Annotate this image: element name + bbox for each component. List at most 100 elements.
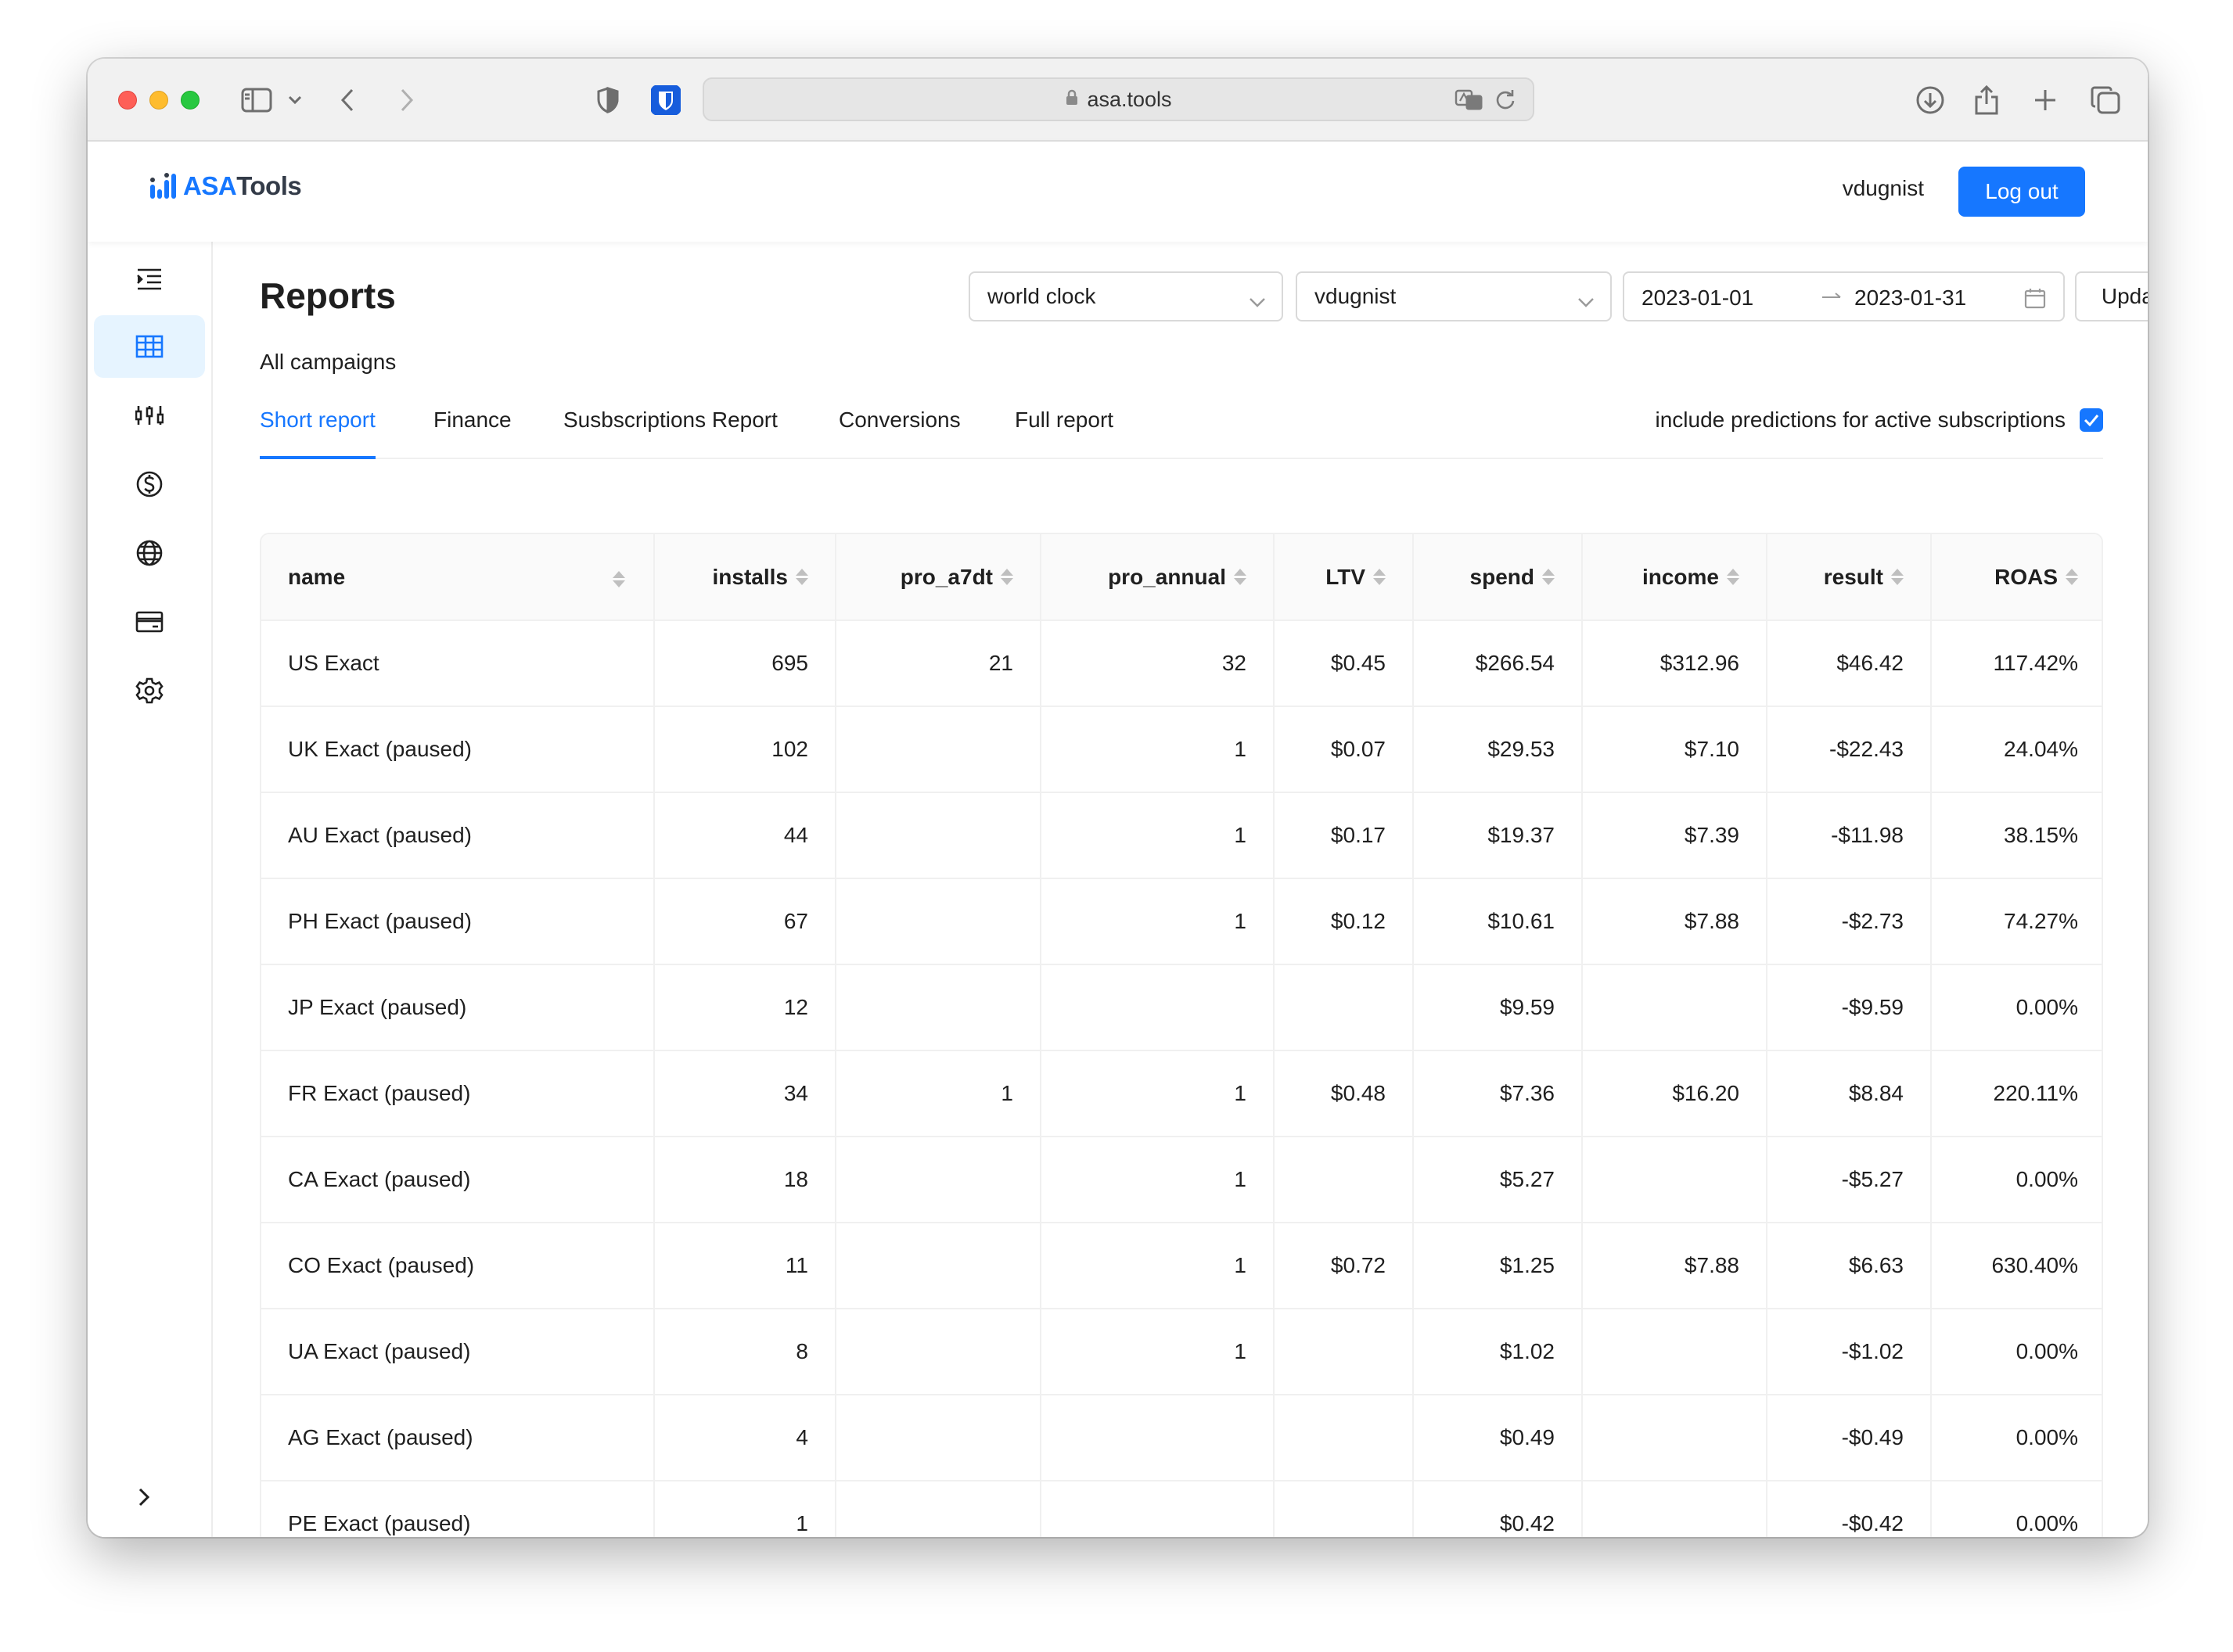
account-select[interactable]: vdugnist xyxy=(1296,271,1612,321)
cell-pro-annual: 32 xyxy=(1041,620,1275,707)
column-header-income[interactable]: income xyxy=(1582,534,1767,621)
share-icon[interactable] xyxy=(1973,81,2000,120)
cell-ltv xyxy=(1274,1481,1414,1537)
predictions-label: include predictions for active subscript… xyxy=(1655,408,2066,432)
cell-roas: 74.27% xyxy=(1931,878,2102,965)
cell-income xyxy=(1582,964,1767,1051)
column-header-pro-a7dt[interactable]: pro_a7dt xyxy=(836,534,1041,621)
cell-income: $7.88 xyxy=(1582,1223,1767,1309)
cell-pro-annual xyxy=(1041,1481,1275,1537)
sort-icon[interactable] xyxy=(1727,569,1739,585)
cell-pro-a7dt xyxy=(836,964,1041,1051)
cell-result: $46.42 xyxy=(1767,620,1932,707)
table-row[interactable]: UA Exact (paused) 8 1 $1.02 -$1.02 0.00% xyxy=(261,1309,2102,1395)
table-row[interactable]: JP Exact (paused) 12 $9.59 -$9.59 0.00% xyxy=(261,964,2102,1051)
address-bar[interactable]: asa.tools xyxy=(703,77,1534,121)
translate-icon[interactable] xyxy=(1455,88,1484,117)
table-row[interactable]: AU Exact (paused) 44 1 $0.17 $19.37 $7.39 -$11… xyxy=(261,792,2102,879)
reload-icon[interactable] xyxy=(1495,88,1516,117)
tab-overview-icon[interactable] xyxy=(2091,81,2120,120)
cell-name: CO Exact (paused) xyxy=(261,1223,655,1309)
table-row[interactable]: PE Exact (paused) 1 $0.42 -$0.42 0.00% xyxy=(261,1481,2102,1537)
cell-pro-annual: 1 xyxy=(1041,706,1275,793)
cell-pro-a7dt xyxy=(836,1137,1041,1223)
new-tab-icon[interactable] xyxy=(2033,81,2058,120)
cell-income: $7.39 xyxy=(1582,792,1767,879)
column-header-pro-annual[interactable]: pro_annual xyxy=(1041,534,1275,621)
forward-icon[interactable] xyxy=(399,81,415,120)
minimize-window-button[interactable] xyxy=(149,91,168,110)
cell-spend: $1.02 xyxy=(1413,1309,1583,1395)
cell-pro-a7dt xyxy=(836,792,1041,879)
browser-toolbar: asa.tools xyxy=(88,59,2148,142)
url-text: asa.tools xyxy=(1087,87,1172,111)
close-window-button[interactable] xyxy=(118,91,137,110)
cell-result: $6.63 xyxy=(1767,1223,1932,1309)
chevron-down-icon xyxy=(1577,289,1595,314)
sidebar-toggle-icon[interactable] xyxy=(241,81,272,120)
sort-icon[interactable] xyxy=(1373,569,1386,585)
date-range-picker[interactable]: 2023-01-01 2023-01-31 xyxy=(1623,271,2065,321)
sidebar-item-menu[interactable] xyxy=(94,248,205,311)
cell-result: -$9.59 xyxy=(1767,964,1932,1051)
predictions-checkbox[interactable] xyxy=(2080,408,2103,432)
sidebar-item-finance[interactable] xyxy=(94,453,205,515)
cell-income: $7.88 xyxy=(1582,878,1767,965)
column-header-result[interactable]: result xyxy=(1767,534,1932,621)
sidebar-item-billing[interactable] xyxy=(94,591,205,653)
sidebar-item-rules[interactable] xyxy=(94,384,205,447)
column-header-name[interactable]: name xyxy=(261,534,655,621)
cell-result: -$5.27 xyxy=(1767,1137,1932,1223)
privacy-shield-icon[interactable] xyxy=(596,81,620,120)
bitwarden-extension-icon[interactable] xyxy=(651,81,681,120)
date-end[interactable]: 2023-01-31 xyxy=(1854,286,1966,311)
column-header-installs[interactable]: installs xyxy=(654,534,836,621)
tab-subscriptions-report[interactable]: Susbscriptions Report xyxy=(563,403,778,459)
chevron-down-icon[interactable] xyxy=(288,81,302,120)
table-row[interactable]: PH Exact (paused) 67 1 $0.12 $10.61 $7.88 -$2.… xyxy=(261,878,2102,965)
table-row[interactable]: US Exact 695 21 32 $0.45 $266.54 $312.96 $46.42… xyxy=(261,620,2102,707)
sort-icon[interactable] xyxy=(1891,569,1904,585)
sort-icon[interactable] xyxy=(2066,569,2078,585)
cell-pro-annual xyxy=(1041,1395,1275,1481)
app-select[interactable]: world clock xyxy=(969,271,1283,321)
sort-icon[interactable] xyxy=(1234,569,1246,585)
table-row[interactable]: FR Exact (paused) 34 1 1 $0.48 $7.36 $16.20 $8.… xyxy=(261,1050,2102,1137)
cell-installs: 44 xyxy=(654,792,836,879)
table-row[interactable]: UK Exact (paused) 102 1 $0.07 $29.53 $7.10 -$2… xyxy=(261,706,2102,793)
sort-icon[interactable] xyxy=(1001,569,1013,585)
cell-spend: $7.36 xyxy=(1413,1050,1583,1137)
column-header-ltv[interactable]: LTV xyxy=(1274,534,1414,621)
table-row[interactable]: CA Exact (paused) 18 1 $5.27 -$5.27 0.00% xyxy=(261,1137,2102,1223)
table-header-row: name installs pro_a7dt pro_annual LTV sp… xyxy=(261,534,2102,621)
cell-roas: 0.00% xyxy=(1931,1137,2102,1223)
sort-icon[interactable] xyxy=(1542,569,1555,585)
table-body: US Exact 695 21 32 $0.45 $266.54 $312.96 $46.42… xyxy=(261,620,2102,1537)
sidebar-item-reports[interactable] xyxy=(94,315,205,378)
tab-conversions[interactable]: Conversions xyxy=(839,403,961,459)
back-icon[interactable] xyxy=(340,81,355,120)
logo[interactable]: ASA Tools xyxy=(149,171,302,201)
tab-short-report[interactable]: Short report xyxy=(260,403,376,459)
tab-full-report[interactable]: Full report xyxy=(1015,403,1113,459)
tab-finance[interactable]: Finance xyxy=(433,403,512,459)
sort-icon[interactable] xyxy=(613,571,625,588)
cell-result: -$11.98 xyxy=(1767,792,1932,879)
bar-chart-logo-icon xyxy=(150,173,176,199)
column-header-roas[interactable]: ROAS xyxy=(1931,534,2102,621)
update-button[interactable]: Update xyxy=(2075,271,2148,321)
sidebar-item-settings[interactable] xyxy=(94,659,205,722)
predictions-toggle[interactable]: include predictions for active subscript… xyxy=(1656,408,2103,433)
sidebar-collapse-button[interactable] xyxy=(136,1486,152,1512)
zoom-window-button[interactable] xyxy=(181,91,200,110)
table-row[interactable]: CO Exact (paused) 11 1 $0.72 $1.25 $7.88 $6.63… xyxy=(261,1223,2102,1309)
cell-name: AU Exact (paused) xyxy=(261,792,655,879)
sidebar-item-countries[interactable] xyxy=(94,522,205,584)
table-row[interactable]: AG Exact (paused) 4 $0.49 -$0.49 0.00% xyxy=(261,1395,2102,1481)
date-start[interactable]: 2023-01-01 xyxy=(1641,286,1753,311)
column-header-spend[interactable]: spend xyxy=(1413,534,1583,621)
sort-icon[interactable] xyxy=(796,569,808,585)
logout-button[interactable]: Log out xyxy=(1958,167,2085,217)
logo-text-asa: ASA xyxy=(183,171,237,200)
download-icon[interactable] xyxy=(1915,81,1945,120)
